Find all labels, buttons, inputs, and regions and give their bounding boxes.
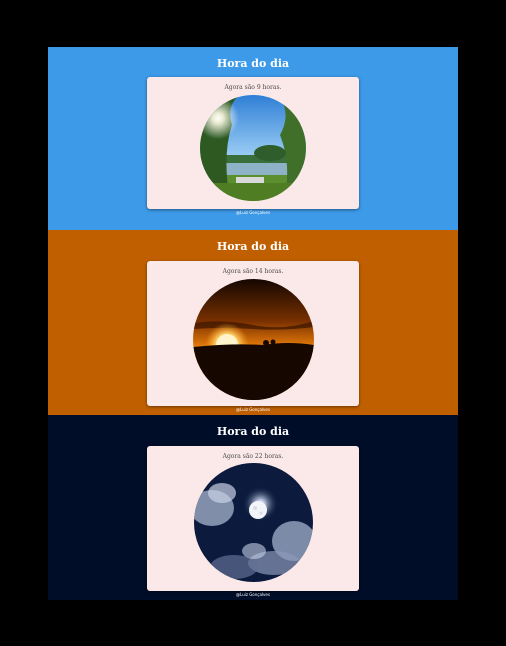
author-credit: @Luiz Gonçalves bbox=[236, 210, 270, 215]
time-panel-night: Hora do dia Agora são 22 horas. @Luiz Go… bbox=[48, 415, 458, 600]
time-message: Agora são 14 horas. bbox=[222, 268, 284, 275]
time-message: Agora são 22 horas. bbox=[222, 453, 284, 460]
moon-photo bbox=[194, 463, 313, 582]
time-card: Agora são 14 horas. bbox=[147, 261, 359, 406]
page-title: Hora do dia bbox=[216, 240, 290, 253]
time-panel-afternoon: Hora do dia Agora são 14 horas. @Luiz Go… bbox=[48, 230, 458, 415]
time-card: Agora são 22 horas. bbox=[147, 446, 359, 591]
author-credit: @Luiz Gonçalves bbox=[236, 592, 270, 597]
time-message: Agora são 9 horas. bbox=[224, 84, 282, 91]
time-panel-morning: Hora do dia Agora são 9 horas. @Luiz Gon… bbox=[48, 47, 458, 230]
author-credit: @Luiz Gonçalves bbox=[236, 407, 270, 412]
page-title: Hora do dia bbox=[216, 425, 290, 438]
time-card: Agora são 9 horas. bbox=[147, 77, 359, 209]
morning-photo bbox=[200, 95, 306, 201]
sunset-photo bbox=[193, 279, 314, 400]
page-title: Hora do dia bbox=[216, 57, 290, 70]
